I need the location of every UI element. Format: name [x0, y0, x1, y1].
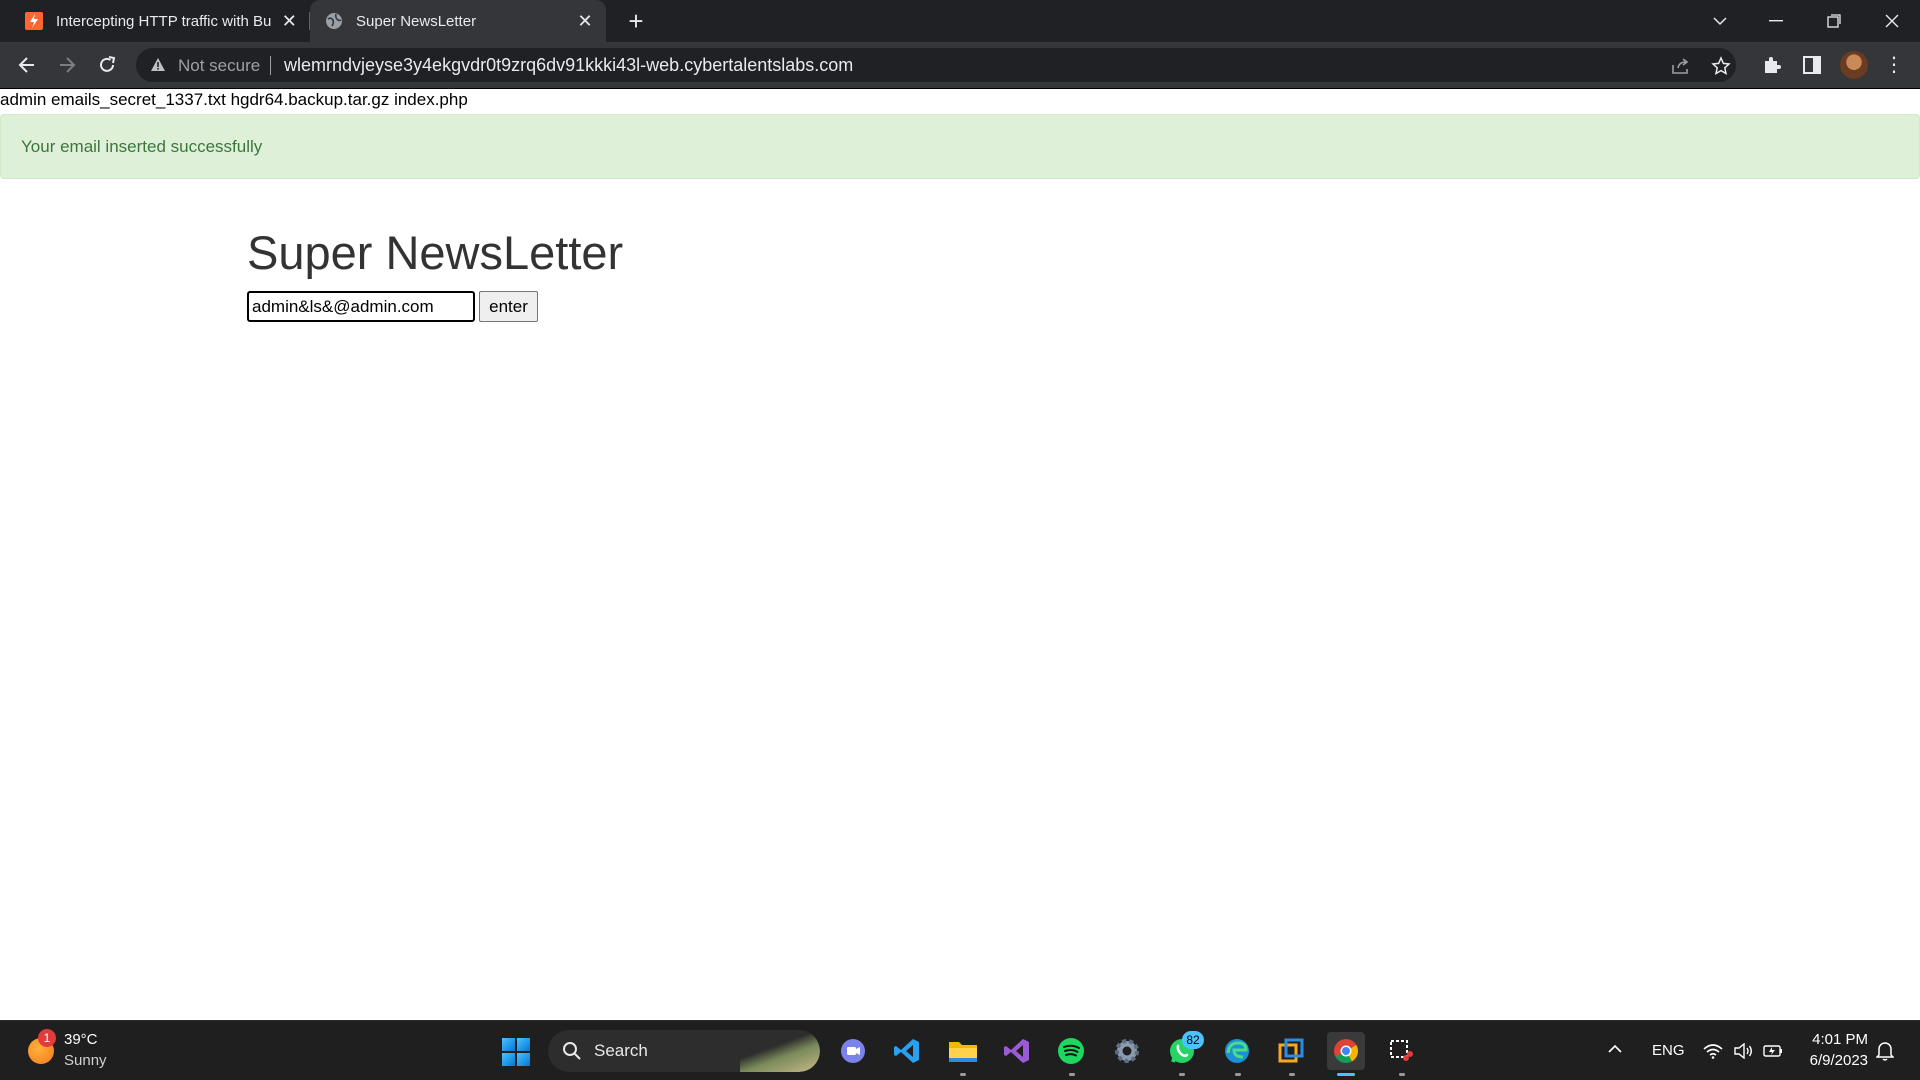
running-indicator: [960, 1073, 966, 1076]
show-hidden-icons-icon[interactable]: [1608, 1041, 1622, 1059]
battery-icon[interactable]: [1762, 1040, 1784, 1062]
vmware-icon[interactable]: [1272, 1032, 1310, 1070]
close-tab-icon[interactable]: ✕: [279, 10, 300, 32]
security-status-label[interactable]: Not secure: [178, 56, 260, 76]
teams-chat-icon[interactable]: [834, 1032, 872, 1070]
search-label: Search: [594, 1041, 648, 1060]
warning-triangle-icon[interactable]: [150, 57, 166, 77]
tab-search-icon[interactable]: [1692, 0, 1748, 42]
snipping-tool-icon[interactable]: [1382, 1032, 1420, 1070]
minimize-icon[interactable]: [1748, 0, 1804, 42]
side-panel-icon[interactable]: [1800, 53, 1824, 77]
more-menu-icon[interactable]: ⋮: [1884, 53, 1904, 77]
visual-studio-icon[interactable]: [998, 1032, 1036, 1070]
windows-start-icon[interactable]: [502, 1038, 530, 1066]
language-indicator[interactable]: ENG: [1652, 1042, 1685, 1059]
chrome-icon[interactable]: [1327, 1032, 1365, 1070]
browser-toolbar: Not secure wlemrndvjeyse3y4ekgvdr0t9zrq6…: [0, 42, 1920, 88]
notification-bell-icon[interactable]: [1874, 1040, 1896, 1062]
globe-favicon-icon: [324, 11, 344, 31]
url-text[interactable]: wlemrndvjeyse3y4ekgvdr0t9zrq6dv91kkki43l…: [284, 55, 853, 76]
tab-intercepting-http[interactable]: Intercepting HTTP traffic with Bur ✕: [10, 0, 310, 42]
clock-date[interactable]: 6/9/2023: [1798, 1052, 1868, 1069]
back-button[interactable]: [11, 49, 43, 81]
running-indicator: [1235, 1073, 1241, 1076]
content-top-border: [0, 88, 1920, 89]
running-indicator: [1179, 1073, 1185, 1076]
share-icon[interactable]: [1670, 55, 1692, 77]
new-tab-button[interactable]: +: [622, 6, 650, 36]
weather-notification-badge: 1: [38, 1029, 56, 1047]
tab-super-newsletter[interactable]: Super NewsLetter ✕: [310, 0, 606, 42]
vscode-icon[interactable]: [888, 1032, 926, 1070]
whatsapp-unread-badge: 82: [1182, 1031, 1204, 1049]
address-bar[interactable]: Not secure wlemrndvjeyse3y4ekgvdr0t9zrq6…: [136, 48, 1736, 82]
close-window-icon[interactable]: [1864, 0, 1920, 42]
page-title: Super NewsLetter: [247, 226, 624, 279]
running-indicator: [1399, 1073, 1405, 1076]
directory-listing-output: admin emails_secret_1337.txt hgdr64.back…: [0, 90, 468, 109]
close-tab-icon[interactable]: ✕: [574, 10, 596, 32]
spotify-icon[interactable]: [1052, 1032, 1090, 1070]
extensions-puzzle-icon[interactable]: [1760, 53, 1784, 77]
omnibox-divider: [270, 56, 271, 75]
search-highlight-image: [740, 1030, 820, 1072]
browser-tab-strip: Intercepting HTTP traffic with Bur ✕ Sup…: [0, 0, 1920, 42]
active-indicator: [1337, 1073, 1355, 1076]
profile-avatar[interactable]: [1840, 51, 1868, 79]
tab-title: Intercepting HTTP traffic with Bur: [56, 12, 271, 30]
success-alert: Your email inserted successfully: [0, 114, 1920, 179]
restore-icon[interactable]: [1806, 0, 1862, 42]
portswigger-favicon-icon: [24, 11, 44, 31]
email-input[interactable]: [247, 291, 475, 322]
bookmark-star-icon[interactable]: [1710, 55, 1732, 77]
weather-temperature[interactable]: 39°C: [64, 1031, 98, 1048]
weather-condition[interactable]: Sunny: [64, 1052, 107, 1069]
forward-button[interactable]: [51, 49, 83, 81]
tab-title: Super NewsLetter: [356, 12, 477, 30]
running-indicator: [1069, 1073, 1075, 1076]
enter-button[interactable]: enter: [479, 291, 538, 322]
taskbar-search-box[interactable]: Search: [548, 1030, 820, 1072]
settings-gear-icon[interactable]: [1108, 1032, 1146, 1070]
volume-icon[interactable]: [1732, 1040, 1754, 1062]
edge-icon[interactable]: [1218, 1032, 1256, 1070]
search-icon: [562, 1041, 582, 1066]
wifi-icon[interactable]: [1702, 1040, 1724, 1062]
reload-button[interactable]: [91, 49, 123, 81]
success-alert-text: Your email inserted successfully: [21, 137, 263, 156]
running-indicator: [1289, 1073, 1295, 1076]
file-explorer-icon[interactable]: [944, 1032, 982, 1070]
windows-taskbar: 1 39°C Sunny Search 82 ENG 4:01 PM 6/9/2…: [0, 1020, 1920, 1080]
clock-time[interactable]: 4:01 PM: [1806, 1031, 1868, 1048]
